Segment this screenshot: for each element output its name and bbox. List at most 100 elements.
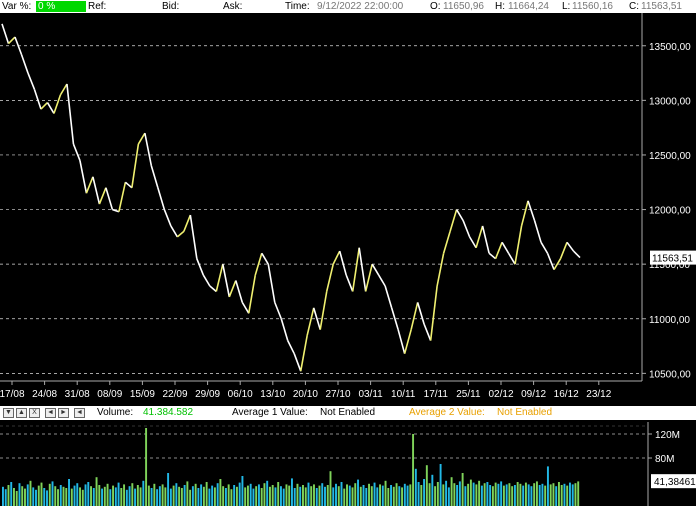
price-segment [189,214,198,259]
volume-bar [68,479,70,506]
volume-bar [486,482,489,506]
volume-bar [255,486,258,506]
volume-bar [417,482,420,506]
volume-bar [18,483,21,506]
volume-bar [194,483,197,506]
volume-bar [384,480,387,506]
volume-bar [233,485,236,506]
volume-bar [279,486,282,506]
time-value: 9/12/2022 22:00:00 [317,1,404,12]
time-tick-label: 16/12 [554,389,579,400]
volume-bar [315,488,318,506]
volume-bar [145,428,148,506]
var-label: Var %: [2,1,32,12]
volume-bar [502,485,505,506]
price-segment [261,252,269,265]
volume-bar [343,488,346,506]
volume-bar [158,486,161,506]
price-segment [462,220,471,238]
volume-bar [324,486,326,506]
volume-bar [299,486,302,506]
price-segment [494,242,503,259]
price-segment [371,263,380,276]
time-tick-label: 10/11 [391,389,416,400]
volume-bar [84,484,87,506]
price-segment [572,250,581,259]
volume-bar [114,487,117,506]
volume-bar [467,483,470,506]
quote-info-bar: Var %: 0 % Ref: Bid: Ask: Time: 9/12/202… [0,0,696,13]
open-label: O: [430,1,441,12]
volume-bar [29,480,32,506]
volume-chart[interactable]: 120M 80M 41,38461 [0,406,696,506]
price-segment [176,230,185,238]
price-segment [319,291,328,330]
volume-bar [79,487,81,506]
volume-bar [552,483,555,506]
price-segment [27,72,36,90]
volume-bar [577,481,580,506]
volume-bar [431,474,434,506]
volume-bar [373,482,376,506]
volume-bar [461,473,464,506]
volume-bar [480,485,483,506]
volume-bar [200,484,203,506]
volume-bar [398,486,401,506]
price-segment [287,340,295,355]
volume-bar [202,486,205,506]
volume-bar [335,483,337,506]
volume-tick-label: 80M [655,454,674,465]
price-tick-label: 11000,00 [649,315,690,326]
price-segment [124,181,133,189]
price-segment [247,274,257,314]
volume-bar [288,485,291,506]
volume-bar [420,485,423,506]
volume-bar [156,489,159,506]
volume-bar [266,480,269,506]
volume-bar [401,487,404,506]
price-segment [7,36,16,45]
volume-bar [48,483,51,506]
volume-bar [412,434,415,506]
price-chart[interactable]: 13500,0013000,0012500,0012000,0011500,00… [0,13,696,403]
volume-bar [483,483,486,506]
price-segment [98,187,107,205]
volume-bar [530,486,533,506]
time-tick-label: 25/11 [456,389,481,400]
volume-bar [392,486,395,506]
price-segment [157,187,166,210]
volume-bar [557,482,560,506]
volume-bar [458,481,461,506]
volume-bar [164,487,167,506]
volume-bar [409,484,412,506]
price-segment [267,264,276,303]
volume-bar [219,479,222,506]
volume-bar [216,483,219,506]
volume-bar [310,486,313,506]
volume-bar [57,489,59,506]
volume-bar [359,486,362,506]
volume-bar [376,487,379,506]
volume-tick-label: 120M [655,430,680,441]
price-segment [358,247,367,292]
price-segment [449,209,458,232]
volume-bar [277,482,280,506]
high-value: 11664,24 [508,1,549,12]
volume-bar [271,485,274,506]
volume-bar [235,486,238,506]
volume-bar [285,484,288,506]
volume-bar [549,484,552,506]
price-segment [222,264,231,298]
price-segment [501,241,510,254]
price-segment [403,329,412,354]
volume-bar [197,488,200,506]
volume-bar [37,485,40,506]
volume-bar [447,487,450,506]
volume-bar [46,490,48,506]
ref-label: Ref: [88,1,107,12]
volume-bar [425,465,428,506]
volume-bar [191,486,194,506]
time-tick-label: 13/10 [260,389,285,400]
price-segment [40,101,49,110]
volume-bar [90,486,93,506]
